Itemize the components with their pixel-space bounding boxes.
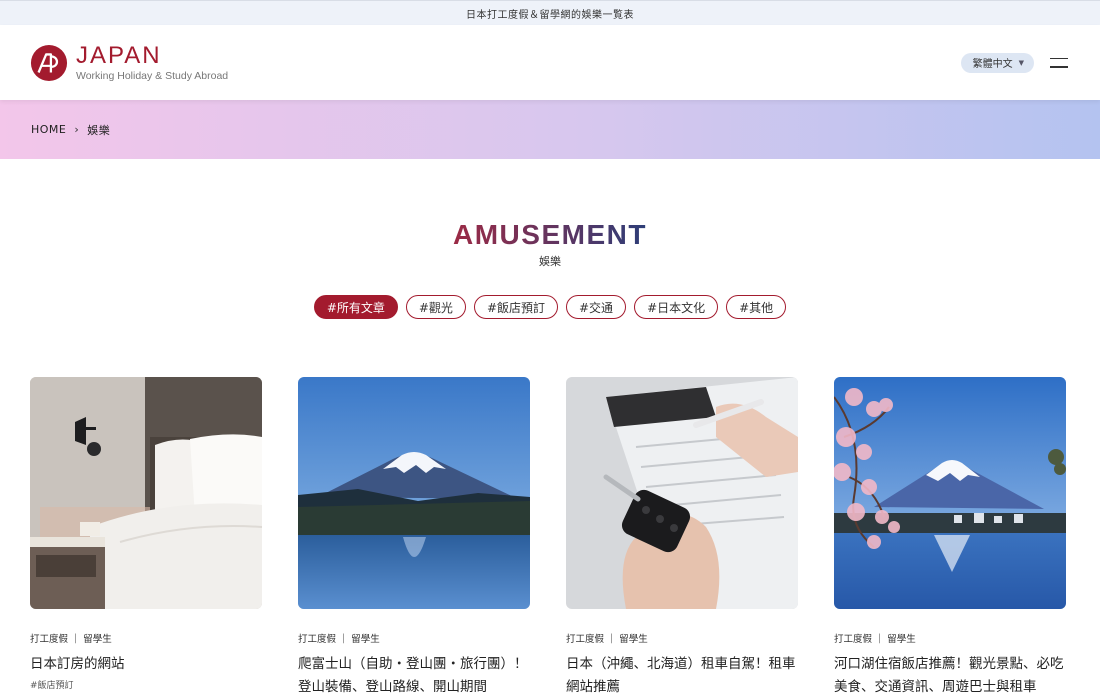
card-category: 打工度假 (298, 634, 337, 645)
top-announcement-text: 日本打工度假＆留學網的娛樂一覧表 (466, 9, 634, 21)
article-card[interactable]: 打工度假 | 留學生 日本（沖繩、北海道）租車自駕！租車網站推薦 (566, 377, 798, 697)
card-title[interactable]: 爬富士山（自助・登山團・旅行團）！登山裝備、登山路線、開山期間 (298, 653, 530, 697)
tag-hotel-booking[interactable]: #飯店預訂 (473, 295, 558, 319)
card-title[interactable]: 日本訂房的網站 (30, 653, 262, 676)
category-filter-tags: #所有文章 #觀光 #飯店預訂 #交通 #日本文化 #其他 (0, 295, 1100, 319)
car-key-contract-image[interactable] (566, 377, 798, 609)
japan-logo-icon (30, 44, 68, 81)
site-header: JAPAN Working Holiday & Study Abroad 繁體中… (0, 25, 1100, 100)
hamburger-menu-icon[interactable] (1050, 57, 1068, 68)
card-category: 留學生 (83, 634, 112, 645)
article-card[interactable]: 打工度假 | 留學生 河口湖住宿飯店推薦！觀光景點、必吃美食、交通資訊、周遊巴士… (834, 377, 1066, 697)
article-card-list: 打工度假 | 留學生 日本訂房的網站 #飯店預訂 打工度假 | 留學生 爬富士山… (0, 377, 1100, 697)
chevron-right-icon: › (74, 123, 80, 136)
page-subtitle: 娛樂 (539, 255, 561, 268)
page-title-block: AMUSEMENT 娛樂 (0, 219, 1100, 269)
article-card[interactable]: 打工度假 | 留學生 日本訂房的網站 #飯店預訂 (30, 377, 262, 697)
hotel-bed-image[interactable] (30, 377, 262, 609)
language-selected-label: 繁體中文 (972, 59, 1013, 70)
card-category: 留學生 (351, 634, 380, 645)
card-category: 打工度假 (566, 634, 605, 645)
breadcrumb: HOME › 娛樂 (0, 100, 1100, 159)
page-title: AMUSEMENT (453, 219, 647, 250)
site-logo[interactable]: JAPAN Working Holiday & Study Abroad (30, 41, 229, 82)
tag-japanese-culture[interactable]: #日本文化 (634, 295, 719, 319)
card-category: 留學生 (619, 634, 648, 645)
card-category: 打工度假 (30, 634, 69, 645)
mount-fuji-lake-image[interactable] (298, 377, 530, 609)
card-category: 留學生 (887, 634, 916, 645)
card-category: 打工度假 (834, 634, 873, 645)
card-title[interactable]: 河口湖住宿飯店推薦！觀光景點、必吃美食、交通資訊、周遊巴士與租車 (834, 653, 1066, 697)
breadcrumb-current: 娛樂 (87, 123, 111, 137)
tag-other[interactable]: #其他 (726, 295, 787, 319)
card-title[interactable]: 日本（沖繩、北海道）租車自駕！租車網站推薦 (566, 653, 798, 697)
logo-subtitle: Working Holiday & Study Abroad (76, 69, 229, 82)
fuji-cherry-blossom-image[interactable] (834, 377, 1066, 609)
article-card[interactable]: 打工度假 | 留學生 爬富士山（自助・登山團・旅行團）！登山裝備、登山路線、開山… (298, 377, 530, 697)
top-announcement-bar: 日本打工度假＆留學網的娛樂一覧表 (0, 0, 1100, 25)
tag-transportation[interactable]: #交通 (566, 295, 627, 319)
tag-all-articles[interactable]: #所有文章 (313, 295, 398, 319)
logo-title: JAPAN (76, 41, 162, 69)
caret-down-icon: ▼ (1018, 58, 1024, 67)
card-tag[interactable]: #飯店預訂 (30, 678, 262, 691)
language-selector[interactable]: 繁體中文 ▼ (960, 52, 1034, 73)
tag-sightseeing[interactable]: #觀光 (405, 295, 466, 319)
breadcrumb-home-link[interactable]: HOME (31, 123, 66, 136)
